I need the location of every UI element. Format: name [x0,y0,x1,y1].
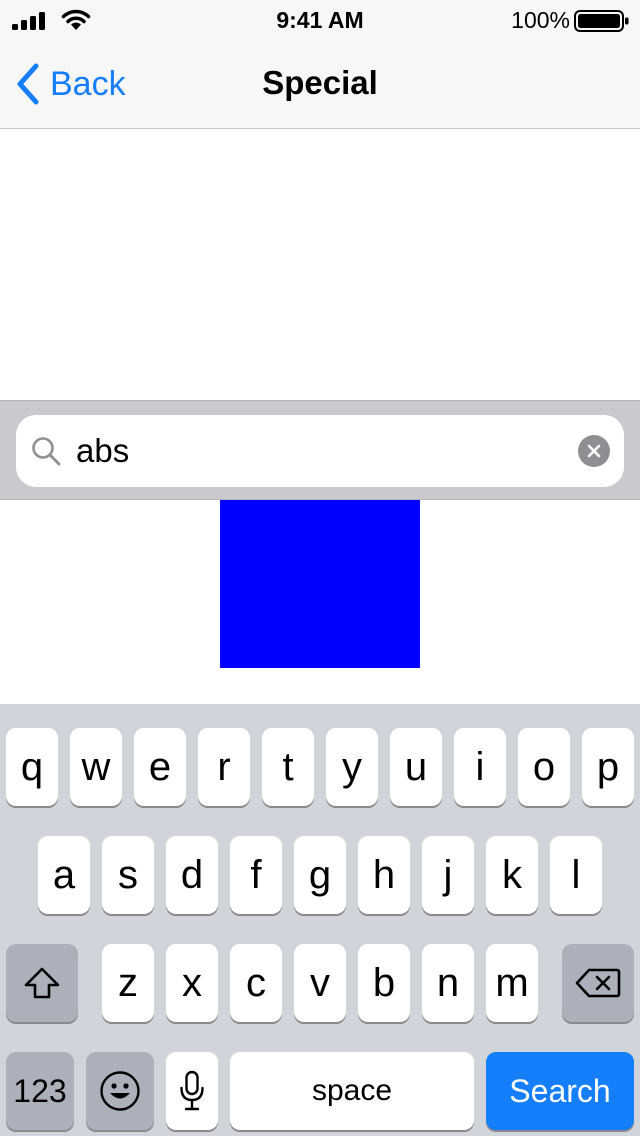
key-a[interactable]: a [38,836,90,914]
close-icon [587,444,601,458]
page-title: Special [262,64,378,101]
key-j[interactable]: j [422,836,474,914]
key-s[interactable]: s [102,836,154,914]
key-v[interactable]: v [294,944,346,1022]
key-b[interactable]: b [358,944,410,1022]
key-r[interactable]: r [198,728,250,806]
space-key[interactable]: space [230,1052,474,1130]
key-u[interactable]: u [390,728,442,806]
key-l[interactable]: l [550,836,602,914]
search-bar [0,400,640,500]
search-icon [32,437,61,466]
key-t[interactable]: t [262,728,314,806]
shift-key[interactable] [6,944,78,1022]
microphone-icon [180,1070,204,1111]
key-y[interactable]: y [326,728,378,806]
key-q[interactable]: q [6,728,58,806]
search-key[interactable]: Search [486,1052,634,1130]
keyboard: q w e r t y u i o p a s d f g h j k l z … [0,704,640,1136]
dictation-key[interactable] [166,1052,218,1130]
battery-icon [574,10,629,32]
key-h[interactable]: h [358,836,410,914]
key-w[interactable]: w [70,728,122,806]
key-d[interactable]: d [166,836,218,914]
battery-percentage: 100% [511,7,570,33]
key-f[interactable]: f [230,836,282,914]
key-p[interactable]: p [582,728,634,806]
key-n[interactable]: n [422,944,474,1022]
shift-icon [24,967,60,999]
key-k[interactable]: k [486,836,538,914]
key-m[interactable]: m [486,944,538,1022]
key-e[interactable]: e [134,728,186,806]
emoji-icon [100,1071,140,1111]
key-i[interactable]: i [454,728,506,806]
delete-icon [575,968,621,998]
clear-search-button[interactable] [578,435,610,467]
key-x[interactable]: x [166,944,218,1022]
numbers-key[interactable]: 123 [6,1052,74,1130]
blue-square [220,500,420,668]
search-field[interactable] [16,415,624,487]
delete-key[interactable] [562,944,634,1022]
navigation-bar: Back Special [0,40,640,129]
key-g[interactable]: g [294,836,346,914]
status-bar: 9:41 AM 100% [0,0,640,40]
key-o[interactable]: o [518,728,570,806]
search-input[interactable] [76,427,576,475]
key-c[interactable]: c [230,944,282,1022]
key-z[interactable]: z [102,944,154,1022]
emoji-key[interactable] [86,1052,154,1130]
